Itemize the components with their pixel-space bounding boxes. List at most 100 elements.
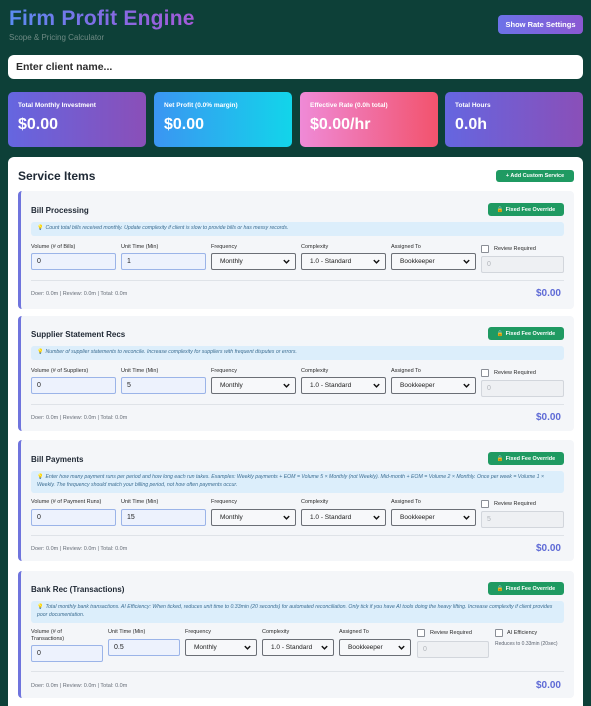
fixed-fee-override-button[interactable]: 🔒 Fixed Fee Override xyxy=(488,582,564,595)
stat-label: Effective Rate (0.0h total) xyxy=(310,102,388,109)
assigned-to-value: Bookkeeper xyxy=(400,258,435,265)
stat-card-total-monthly-investment: Total Monthly Investment $0.00 xyxy=(8,92,146,147)
volume-label: Volume (# of Payment Runs) xyxy=(31,499,102,505)
complexity-value: 1.0 - Standard xyxy=(310,258,352,265)
volume-input[interactable] xyxy=(31,645,103,662)
unit-time-label: Unit Time (Min) xyxy=(121,244,159,250)
volume-input[interactable] xyxy=(31,253,116,270)
divider xyxy=(31,404,564,405)
frequency-label: Frequency xyxy=(185,629,211,635)
chevron-down-icon xyxy=(463,259,470,264)
ai-efficiency-checkbox[interactable] xyxy=(495,629,503,637)
service-hint: 💡 Number of supplier statements to reconc… xyxy=(31,346,564,360)
review-time-input[interactable] xyxy=(481,380,564,397)
review-required-label: Review Required xyxy=(430,630,472,636)
complexity-select[interactable]: 1.0 - Standard xyxy=(301,509,386,526)
assigned-to-select[interactable]: Bookkeeper xyxy=(391,377,476,394)
review-time-input[interactable] xyxy=(417,641,489,658)
service-title: Supplier Statement Recs xyxy=(31,330,126,339)
chevron-down-icon xyxy=(283,259,290,264)
unit-time-label: Unit Time (Min) xyxy=(121,368,159,374)
service-metrics: Doer: 0.0m | Review: 0.0m | Total: 0.0m xyxy=(31,415,128,421)
service-total: $0.00 xyxy=(535,680,561,691)
volume-input[interactable] xyxy=(31,509,116,526)
stat-value: 0.0h xyxy=(455,116,488,133)
assigned-to-label: Assigned To xyxy=(391,368,421,374)
chevron-down-icon xyxy=(244,645,251,650)
panel-title: Service Items xyxy=(18,169,96,183)
lock-icon: 🔒 xyxy=(496,206,504,213)
review-required-checkbox[interactable] xyxy=(417,629,425,637)
service-card-bank-rec: Bank Rec (Transactions) 🔒 Fixed Fee Overr… xyxy=(18,571,574,698)
fixed-fee-label: Fixed Fee Override xyxy=(505,455,556,462)
service-title: Bill Processing xyxy=(31,206,89,215)
fixed-fee-override-button[interactable]: 🔒 Fixed Fee Override xyxy=(488,203,564,216)
assigned-to-select[interactable]: Bookkeeper xyxy=(339,639,411,656)
assigned-to-select[interactable]: Bookkeeper xyxy=(391,253,476,270)
assigned-to-value: Bookkeeper xyxy=(348,644,383,651)
review-required-checkbox[interactable] xyxy=(481,245,489,253)
hint-text: Count total bills received monthly. Upda… xyxy=(45,225,289,231)
app-title: Firm Profit Engine xyxy=(9,7,195,30)
chevron-down-icon xyxy=(398,645,405,650)
hint-text: Number of supplier statements to reconci… xyxy=(45,349,297,355)
assigned-to-value: Bookkeeper xyxy=(400,514,435,521)
show-rate-settings-button[interactable]: Show Rate Settings xyxy=(498,15,583,34)
stat-value: $0.00 xyxy=(164,116,205,133)
complexity-label: Complexity xyxy=(301,499,329,505)
complexity-select[interactable]: 1.0 - Standard xyxy=(301,253,386,270)
stat-label: Total Monthly Investment xyxy=(18,102,96,109)
unit-time-input[interactable] xyxy=(121,509,206,526)
ai-efficiency-note: Reduces to 0.33min (20sec) xyxy=(495,641,558,647)
lightbulb-icon: 💡 xyxy=(37,474,44,480)
volume-input[interactable] xyxy=(31,377,116,394)
service-metrics: Doer: 0.0m | Review: 0.0m | Total: 0.0m xyxy=(31,546,128,552)
complexity-select[interactable]: 1.0 - Standard xyxy=(301,377,386,394)
add-custom-service-button[interactable]: + Add Custom Service xyxy=(496,170,574,182)
service-card-supplier-statement-recs: Supplier Statement Recs 🔒 Fixed Fee Overr… xyxy=(18,316,574,431)
fixed-fee-override-button[interactable]: 🔒 Fixed Fee Override xyxy=(488,327,564,340)
unit-time-input[interactable] xyxy=(121,253,206,270)
frequency-label: Frequency xyxy=(211,244,237,250)
complexity-select[interactable]: 1.0 - Standard xyxy=(262,639,334,656)
service-hint: 💡 Total monthly bank transactions. AI Eff… xyxy=(31,601,564,623)
lock-icon: 🔒 xyxy=(496,585,504,592)
frequency-select[interactable]: Monthly xyxy=(211,509,296,526)
frequency-select[interactable]: Monthly xyxy=(185,639,257,656)
chevron-down-icon xyxy=(463,515,470,520)
client-name-input[interactable] xyxy=(8,55,583,79)
complexity-label: Complexity xyxy=(262,629,290,635)
stat-label: Total Hours xyxy=(455,102,491,109)
lock-icon: 🔒 xyxy=(496,455,504,462)
unit-time-input[interactable] xyxy=(108,639,180,656)
divider xyxy=(31,280,564,281)
divider xyxy=(31,535,564,536)
review-time-input[interactable] xyxy=(481,511,564,528)
frequency-select[interactable]: Monthly xyxy=(211,377,296,394)
chevron-down-icon xyxy=(320,643,329,652)
assigned-to-label: Assigned To xyxy=(339,629,369,635)
assigned-to-select[interactable]: Bookkeeper xyxy=(391,509,476,526)
fixed-fee-label: Fixed Fee Override xyxy=(505,330,556,337)
service-card-bill-processing: Bill Processing 🔒 Fixed Fee Override 💡 Cou… xyxy=(18,191,574,309)
app-subtitle: Scope & Pricing Calculator xyxy=(9,33,105,42)
service-title: Bill Payments xyxy=(31,455,84,464)
frequency-select[interactable]: Monthly xyxy=(211,253,296,270)
review-required-label: Review Required xyxy=(494,246,536,252)
unit-time-label: Unit Time (Min) xyxy=(121,499,159,505)
fixed-fee-override-button[interactable]: 🔒 Fixed Fee Override xyxy=(488,452,564,465)
volume-label: Volume (# of Transactions) xyxy=(31,629,65,642)
service-card-bill-payments: Bill Payments 🔒 Fixed Fee Override 💡 Enter… xyxy=(18,440,574,561)
review-required-checkbox[interactable] xyxy=(481,369,489,377)
chevron-down-icon xyxy=(283,383,290,388)
service-metrics: Doer: 0.0m | Review: 0.0m | Total: 0.0m xyxy=(31,291,128,297)
divider xyxy=(31,671,564,672)
frequency-value: Monthly xyxy=(220,258,243,265)
review-time-input[interactable] xyxy=(481,256,564,273)
fixed-fee-label: Fixed Fee Override xyxy=(505,206,556,213)
chevron-down-icon xyxy=(373,515,380,520)
chevron-down-icon xyxy=(373,383,380,388)
unit-time-input[interactable] xyxy=(121,377,206,394)
service-title: Bank Rec (Transactions) xyxy=(31,585,125,594)
review-required-checkbox[interactable] xyxy=(481,500,489,508)
